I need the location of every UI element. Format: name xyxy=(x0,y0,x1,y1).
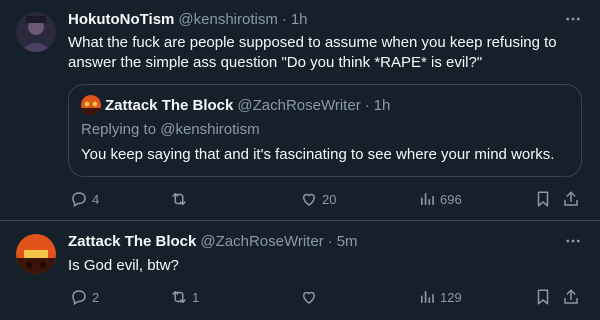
author-handle: @ZachRoseWriter xyxy=(237,96,361,114)
separator: · xyxy=(327,232,333,250)
quoted-tweet[interactable]: Zattack The Block @ZachRoseWriter · 1h R… xyxy=(68,84,582,177)
views-button[interactable]: 129 xyxy=(418,287,462,307)
reply-count: 2 xyxy=(92,289,100,305)
views-button[interactable]: 696 xyxy=(418,189,462,209)
share-icon xyxy=(564,289,578,304)
author-handle[interactable]: @kenshirotism xyxy=(178,11,277,28)
tweet-text: Is God evil, btw? xyxy=(68,257,179,274)
bookmark-icon xyxy=(537,289,549,305)
heart-icon xyxy=(302,291,316,304)
quote-text: You keep saying that and it's fascinatin… xyxy=(81,146,555,163)
avatar[interactable] xyxy=(16,234,56,274)
reply-button[interactable]: 4 xyxy=(70,189,99,209)
views-icon xyxy=(421,193,434,205)
author-handle[interactable]: @ZachRoseWriter xyxy=(200,233,323,250)
author-name[interactable]: HokutoNoTism xyxy=(68,11,174,28)
reply-count: 4 xyxy=(92,191,100,207)
quote-header: Zattack The Block @ZachRoseWriter · 1h xyxy=(81,95,390,115)
timestamp: 1h xyxy=(373,96,391,114)
tweet[interactable]: HokutoNoTism @kenshirotism · 1h What the… xyxy=(0,0,600,221)
tweet-header: Zattack The Block @ZachRoseWriter · 5m xyxy=(68,231,358,251)
action-bar: 4 20 696 xyxy=(68,189,584,209)
views-icon xyxy=(421,291,434,303)
more-icon[interactable] xyxy=(564,10,582,28)
tweet-text: What the fuck are people supposed to ass… xyxy=(68,34,557,71)
tweet-header: HokutoNoTism @kenshirotism · 1h xyxy=(68,9,308,29)
avatar xyxy=(81,95,101,115)
reply-button[interactable]: 2 xyxy=(70,287,99,307)
like-button[interactable]: 20 xyxy=(300,189,336,209)
action-bar: 2 1 129 xyxy=(68,287,584,307)
share-button[interactable] xyxy=(562,189,580,209)
separator: · xyxy=(364,96,370,114)
like-count: 20 xyxy=(322,191,337,207)
retweet-icon xyxy=(172,291,186,303)
avatar[interactable] xyxy=(16,12,56,52)
tweet[interactable]: Zattack The Block @ZachRoseWriter · 5m I… xyxy=(0,221,600,320)
replying-prefix: Replying to xyxy=(81,121,157,138)
view-count: 696 xyxy=(440,191,462,207)
author-name: Zattack The Block xyxy=(105,96,234,114)
share-icon xyxy=(564,191,578,206)
reply-icon xyxy=(72,290,86,306)
retweet-button[interactable] xyxy=(170,189,192,209)
heart-icon xyxy=(302,193,316,206)
timestamp[interactable]: 5m xyxy=(337,233,358,250)
reply-icon xyxy=(72,192,86,208)
separator: · xyxy=(281,10,287,28)
timestamp[interactable]: 1h xyxy=(291,11,308,28)
retweet-count: 1 xyxy=(192,289,200,305)
share-button[interactable] xyxy=(562,287,580,307)
more-icon[interactable] xyxy=(564,232,582,250)
view-count: 129 xyxy=(440,289,462,305)
author-name[interactable]: Zattack The Block xyxy=(68,233,196,250)
bookmark-icon xyxy=(537,191,549,207)
like-button[interactable] xyxy=(300,287,322,307)
bookmark-button[interactable] xyxy=(534,189,552,209)
bookmark-button[interactable] xyxy=(534,287,552,307)
replying-to: Replying to @kenshirotism xyxy=(81,121,260,138)
retweet-icon xyxy=(172,193,186,205)
replying-to-handle: @kenshirotism xyxy=(160,121,260,138)
retweet-button[interactable]: 1 xyxy=(170,287,199,307)
